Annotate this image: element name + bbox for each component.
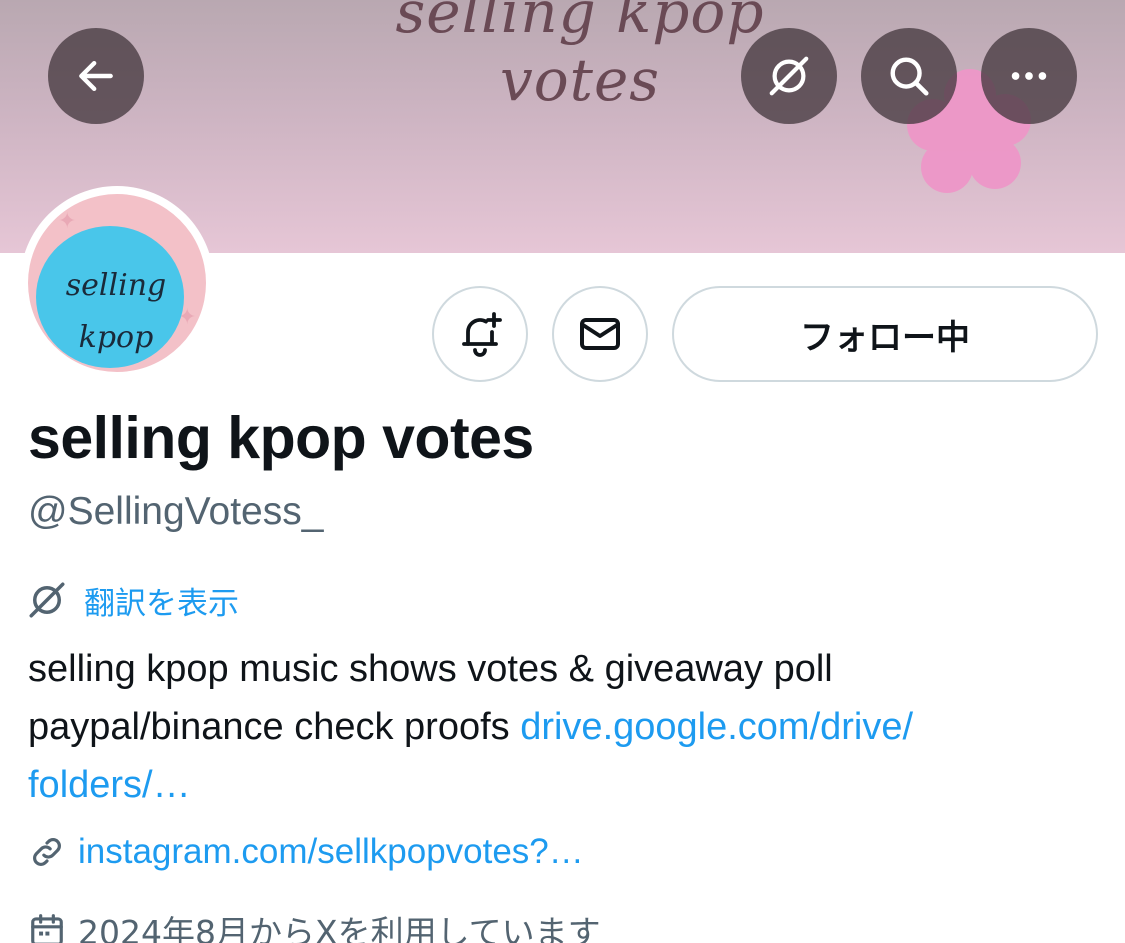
- translate-bio-link[interactable]: 翻訳を表示: [26, 578, 239, 622]
- avatar-line: kpop: [78, 320, 154, 355]
- avatar[interactable]: ✦ ✦ selling kpop votes: [28, 194, 206, 372]
- more-dots-icon: [1011, 72, 1047, 80]
- link-icon: [33, 838, 61, 866]
- more-button[interactable]: [981, 28, 1077, 124]
- avatar-line: selling: [65, 268, 167, 303]
- display-name: selling kpop votes: [28, 405, 534, 471]
- message-button[interactable]: [552, 286, 648, 382]
- calendar-icon: [31, 914, 63, 943]
- notifications-button[interactable]: [432, 286, 528, 382]
- translate-label: 翻訳を表示: [84, 585, 239, 622]
- website-link[interactable]: instagram.com/sellkpopvotes?…: [78, 832, 584, 872]
- translate-globe-icon: [29, 582, 65, 618]
- bio-drive-link-cont[interactable]: folders/…: [28, 764, 191, 806]
- following-button[interactable]: フォロー中: [672, 286, 1098, 382]
- bell-plus-icon: [462, 312, 502, 357]
- arrow-left-icon: [79, 60, 113, 92]
- avatar-text: selling kpop votes: [36, 260, 196, 372]
- avatar-line: votes: [36, 364, 196, 372]
- joined-row: 2024年8月からXを利用しています: [28, 906, 601, 943]
- joined-date: 2024年8月からXを利用しています: [78, 913, 601, 943]
- profile-bio: selling kpop music shows votes & giveawa…: [28, 640, 1088, 814]
- avatar-circle: selling kpop votes: [36, 226, 184, 368]
- search-button[interactable]: [861, 28, 957, 124]
- back-button[interactable]: [48, 28, 144, 124]
- website-row: instagram.com/sellkpopvotes?…: [28, 832, 584, 872]
- translate-globe-icon: [769, 56, 809, 96]
- search-icon: [890, 57, 929, 96]
- sparkle-icon: ✦: [58, 208, 77, 233]
- translate-button[interactable]: [741, 28, 837, 124]
- banner-title: selling kpop votes: [395, 0, 765, 114]
- user-handle: @SellingVotess_: [28, 490, 324, 533]
- bio-drive-link[interactable]: drive.google.com/drive/: [520, 706, 913, 748]
- envelope-icon: [580, 318, 620, 350]
